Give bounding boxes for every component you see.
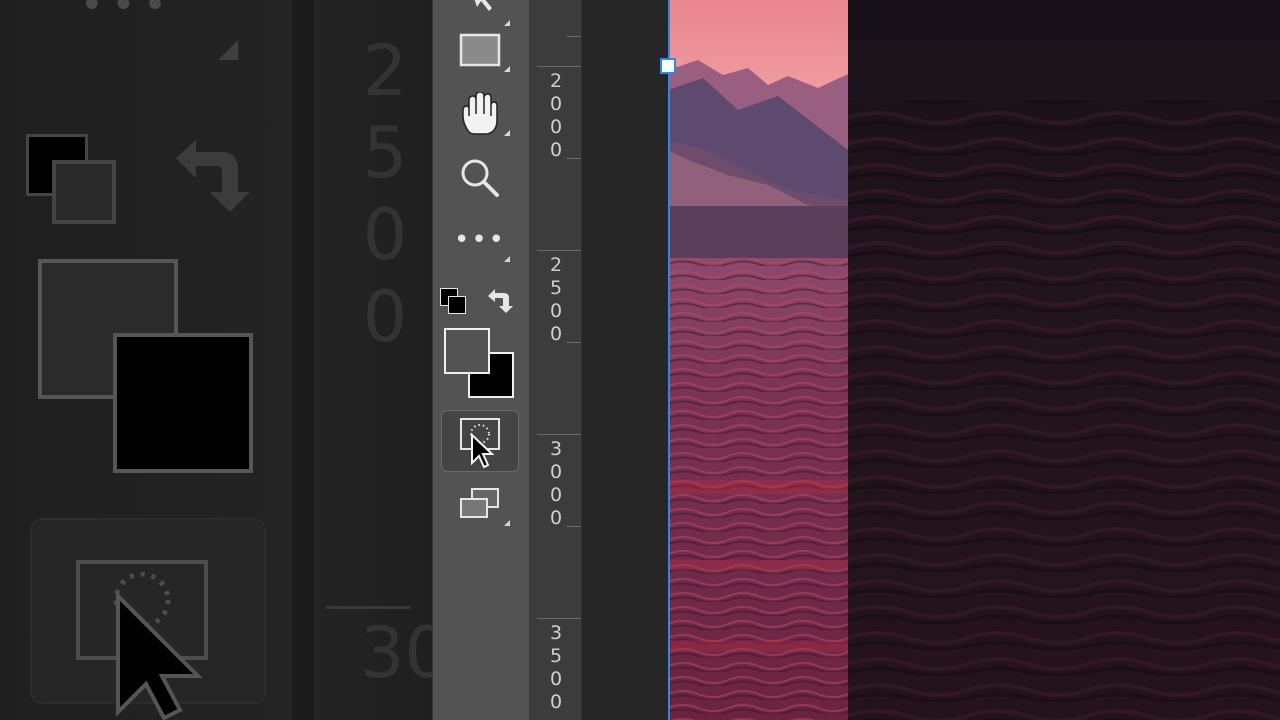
selection-edge — [668, 0, 670, 720]
default-colors-icon-back — [448, 296, 466, 314]
ruler-digit: 2 — [549, 70, 563, 92]
hand-tool[interactable] — [444, 88, 516, 140]
ruler-digit: 0 — [549, 300, 563, 322]
ruler-digit: 2 — [549, 254, 563, 276]
ruler-minor-tick — [567, 36, 581, 37]
backdrop-ruler-digit: 0 — [362, 194, 408, 276]
backdrop-more-dots: ••• — [80, 0, 175, 28]
zoom-tool[interactable] — [444, 152, 516, 204]
backdrop-divider — [292, 0, 314, 720]
ruler-digit: 0 — [549, 668, 563, 690]
ruler-digit: 0 — [549, 461, 563, 483]
dark-water-texture — [848, 0, 1280, 720]
document-image[interactable] — [668, 0, 848, 720]
swap-colors-icon[interactable] — [486, 286, 516, 316]
ruler-major-tick — [537, 66, 581, 67]
ruler-digit: 0 — [549, 691, 563, 713]
backdrop-ruler-digit: 0 — [362, 276, 408, 358]
backdrop-cursor-icon — [113, 572, 203, 720]
backdrop-ruler-number: 2500 — [360, 30, 410, 358]
backdrop-ruler-number-2: 30 — [360, 612, 432, 694]
screen-mode-button[interactable] — [444, 478, 516, 530]
more-dots-icon: ••• — [453, 225, 506, 255]
ruler-digit: 0 — [549, 507, 563, 529]
hand-icon — [462, 92, 498, 135]
ruler-minor-tick — [567, 526, 581, 527]
ruler-major-tick — [537, 250, 581, 251]
magnifier-icon — [461, 159, 499, 197]
ruler-digit: 3 — [549, 622, 563, 644]
backdrop-ruler-tick — [326, 606, 410, 609]
backdrop-swap-colors-icon — [176, 140, 250, 212]
transform-handle[interactable] — [660, 58, 676, 74]
rectangle-tool[interactable] — [444, 24, 516, 76]
ruler-digit: 0 — [549, 323, 563, 345]
backdrop-corner-triangle — [218, 40, 238, 60]
ruler-major-tick — [537, 618, 581, 619]
tool-flyout-indicator — [504, 130, 510, 136]
ruler-label-3000: 3000 — [549, 438, 563, 530]
vertical-ruler: 2000 2500 3000 3500 — [529, 0, 582, 720]
foreground-color-swatch[interactable] — [444, 328, 490, 374]
ruler-digit: 0 — [549, 484, 563, 506]
tool-flyout-indicator — [504, 256, 510, 262]
ruler-major-tick — [537, 434, 581, 435]
move-arrow-icon — [474, 0, 492, 11]
ruler-minor-tick — [567, 158, 581, 159]
screen-mode-icon — [460, 488, 499, 518]
ruler-digit: 0 — [549, 139, 563, 161]
ruler-digit: 0 — [549, 93, 563, 115]
ruler-digit: 0 — [549, 116, 563, 138]
backdrop-ruler-digit: 2 — [362, 30, 408, 112]
tool-flyout-indicator — [504, 520, 510, 526]
ruler-digit: 3 — [549, 438, 563, 460]
backdrop-background-swatch — [113, 333, 253, 473]
backdrop-ruler-digit: 5 — [362, 112, 408, 194]
ruler-label-2000: 2000 — [549, 70, 563, 162]
quick-mask-mode-button[interactable] — [441, 410, 519, 472]
edit-toolbar-button[interactable]: ••• — [444, 214, 516, 266]
zoomed-backdrop-left: ••• 2500 30 — [0, 0, 432, 720]
canvas-pasteboard — [582, 0, 668, 720]
ruler-digit: 5 — [549, 277, 563, 299]
rectangle-shape-icon — [459, 33, 501, 67]
lake-mountain-photo — [668, 0, 848, 720]
ruler-digit: 5 — [549, 645, 563, 667]
ruler-label-3500: 3500 — [549, 622, 563, 714]
ruler-label-2500: 2500 — [549, 254, 563, 346]
zoomed-backdrop-right — [848, 0, 1280, 720]
quick-mask-icon — [460, 418, 500, 469]
backdrop-default-colors-icon-back — [52, 160, 116, 224]
ruler-minor-tick — [567, 342, 581, 343]
tool-flyout-indicator — [504, 66, 510, 72]
